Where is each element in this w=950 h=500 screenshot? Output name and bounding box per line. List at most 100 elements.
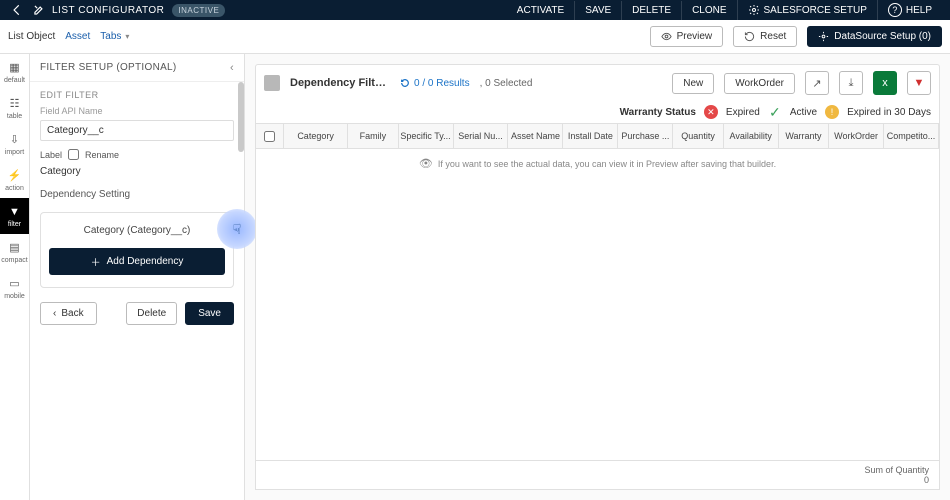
col-install-date[interactable]: Install Date [563, 124, 618, 148]
grid-icon: ▦ [8, 61, 22, 75]
preview-button[interactable]: Preview [650, 26, 724, 47]
selected-count: , 0 Selected [480, 78, 533, 89]
active-check-icon: ✓ [768, 105, 782, 119]
content-title: Dependency Filter Setti... [290, 77, 390, 89]
reset-label: Reset [760, 31, 786, 42]
col-asset-name[interactable]: Asset Name [508, 124, 563, 148]
label-value: Category [30, 162, 244, 185]
clone-button[interactable]: CLONE [681, 1, 736, 20]
status-badge: INACTIVE [172, 4, 225, 17]
rail-item-import[interactable]: ⇩ import [0, 126, 29, 162]
filter-panel: FILTER SETUP (OPTIONAL) ‹ EDIT FILTER Fi… [30, 54, 245, 500]
col-purchase[interactable]: Purchase ... [618, 124, 673, 148]
preview-label: Preview [677, 31, 713, 42]
sum-label: Sum of Quantity [864, 465, 929, 475]
filter-reset-icon[interactable]: ▼ [907, 71, 931, 95]
excel-icon[interactable]: x [873, 71, 897, 95]
left-rail: ▦ default ☷ table ⇩ import ⚡ action ▼ fi… [0, 54, 30, 500]
table-footer: Sum of Quantity 0 [255, 461, 940, 490]
back-label: Back [61, 308, 83, 319]
datasource-setup-button[interactable]: DataSource Setup (0) [807, 26, 942, 47]
panel-save-button[interactable]: Save [185, 302, 234, 325]
new-button[interactable]: New [672, 73, 714, 94]
plus-icon: ＋ [91, 254, 101, 269]
dependency-setting-label: Dependency Setting [30, 185, 244, 208]
col-category[interactable]: Category [284, 124, 348, 148]
list-object-label: List Object [8, 31, 55, 42]
datasource-label: DataSource Setup (0) [834, 31, 931, 42]
sum-value: 0 [864, 475, 929, 485]
reset-button[interactable]: Reset [733, 26, 797, 47]
panel-scrollbar[interactable] [238, 82, 244, 152]
expired-dot-icon: ✕ [704, 105, 718, 119]
col-workorder[interactable]: WorkOrder [829, 124, 884, 148]
mobile-icon: ▭ [8, 277, 22, 291]
dependency-title: Category (Category__c) [49, 225, 225, 236]
rename-label: Rename [85, 150, 119, 160]
table-body: 👁 If you want to see the actual data, yo… [255, 149, 940, 461]
expired-label: Expired [726, 107, 760, 118]
add-dependency-button[interactable]: ＋ Add Dependency [49, 248, 225, 275]
import-icon: ⇩ [8, 133, 22, 147]
gear-icon [748, 4, 760, 16]
panel-delete-button[interactable]: Delete [126, 302, 177, 325]
help-icon: ? [888, 3, 902, 17]
rail-item-mobile[interactable]: ▭ mobile [0, 270, 29, 306]
add-dependency-label: Add Dependency [107, 256, 184, 267]
rail-item-default[interactable]: ▦ default [0, 54, 29, 90]
col-competitor[interactable]: Competito... [884, 124, 939, 148]
delete-button[interactable]: DELETE [621, 1, 681, 20]
warranty-status-bar: Warranty Status ✕ Expired ✓ Active ! Exp… [255, 101, 940, 123]
col-availability[interactable]: Availability [724, 124, 779, 148]
panel-title: FILTER SETUP (OPTIONAL) [40, 62, 177, 73]
salesforce-setup-label: SALESFORCE SETUP [764, 5, 867, 16]
refresh-icon [400, 78, 410, 88]
chevron-down-icon[interactable]: ▾ [125, 32, 129, 41]
back-button[interactable]: ‹ Back [40, 302, 97, 325]
col-specific-type[interactable]: Specific Ty... [399, 124, 454, 148]
pointer-icon: ☟ [233, 221, 242, 238]
rail-item-action[interactable]: ⚡ action [0, 162, 29, 198]
label-label: Label [40, 150, 62, 160]
eye-slash-icon: 👁 [419, 157, 433, 170]
gear-icon [818, 31, 829, 42]
tabs-link[interactable]: Tabs [100, 31, 121, 42]
header-block-icon [264, 75, 280, 91]
filter-icon: ▼ [8, 205, 22, 219]
content-header: Dependency Filter Setti... 0 / 0 Results… [255, 64, 940, 101]
chevron-left-icon: ‹ [53, 308, 56, 319]
col-warranty[interactable]: Warranty [779, 124, 829, 148]
list-object-link[interactable]: Asset [65, 31, 90, 42]
rail-item-compact[interactable]: ▤ compact [0, 234, 29, 270]
select-all-checkbox[interactable] [264, 131, 275, 142]
save-button[interactable]: SAVE [574, 1, 621, 20]
collapse-icon[interactable]: ‹ [230, 62, 234, 74]
back-button[interactable] [8, 1, 26, 19]
expired30-label: Expired in 30 Days [847, 107, 931, 118]
rename-checkbox[interactable] [68, 149, 79, 160]
salesforce-setup-button[interactable]: SALESFORCE SETUP [737, 0, 877, 20]
app-title: LIST CONFIGURATOR [52, 5, 164, 16]
activate-button[interactable]: ACTIVATE [507, 1, 574, 20]
results-count: 0 / 0 Results [400, 78, 470, 89]
col-quantity[interactable]: Quantity [673, 124, 723, 148]
panel-header: FILTER SETUP (OPTIONAL) ‹ [30, 54, 244, 82]
breadcrumb-bar: List Object Asset Tabs ▾ Preview Reset D… [0, 20, 950, 54]
field-api-input[interactable]: Category__c [40, 120, 234, 141]
help-button[interactable]: ? HELP [877, 0, 942, 21]
col-serial[interactable]: Serial Nu... [454, 124, 509, 148]
select-all-cell[interactable] [256, 124, 284, 148]
share-icon[interactable]: ↗ [805, 71, 829, 95]
active-label: Active [790, 107, 817, 118]
bolt-icon: ⚡ [8, 169, 22, 183]
col-family[interactable]: Family [348, 124, 398, 148]
rail-item-table[interactable]: ☷ table [0, 90, 29, 126]
field-api-label: Field API Name [30, 104, 244, 118]
table-header: Category Family Specific Ty... Serial Nu… [255, 123, 940, 149]
rail-item-filter[interactable]: ▼ filter [0, 198, 29, 234]
download-icon[interactable]: ⤓ [839, 71, 863, 95]
workorder-button[interactable]: WorkOrder [724, 73, 795, 94]
table-icon: ☷ [8, 97, 22, 111]
top-bar: LIST CONFIGURATOR INACTIVE ACTIVATE SAVE… [0, 0, 950, 20]
eye-icon [661, 31, 672, 42]
